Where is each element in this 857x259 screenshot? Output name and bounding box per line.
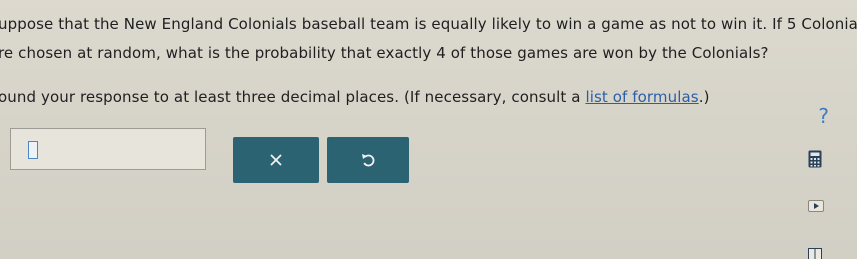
question-line-1: uppose that the New England Colonials ba…	[0, 15, 857, 33]
question-line-2: re chosen at random, what is the probabi…	[0, 44, 769, 62]
help-button[interactable]: ?	[818, 104, 829, 128]
answer-input[interactable]	[10, 128, 206, 170]
list-of-formulas-link[interactable]: list of formulas	[585, 88, 698, 106]
clear-button[interactable]	[233, 137, 319, 183]
video-icon[interactable]	[808, 197, 824, 216]
undo-icon	[361, 152, 375, 168]
undo-button[interactable]	[327, 137, 409, 183]
instruction-line: ound your response to at least three dec…	[0, 83, 710, 111]
calculator-icon[interactable]	[808, 150, 822, 172]
x-icon	[269, 153, 283, 167]
answer-cursor[interactable]	[28, 141, 38, 159]
book-icon[interactable]	[808, 246, 822, 259]
instruction-suffix: .)	[698, 88, 710, 106]
instruction-text: ound your response to at least three dec…	[0, 88, 586, 106]
